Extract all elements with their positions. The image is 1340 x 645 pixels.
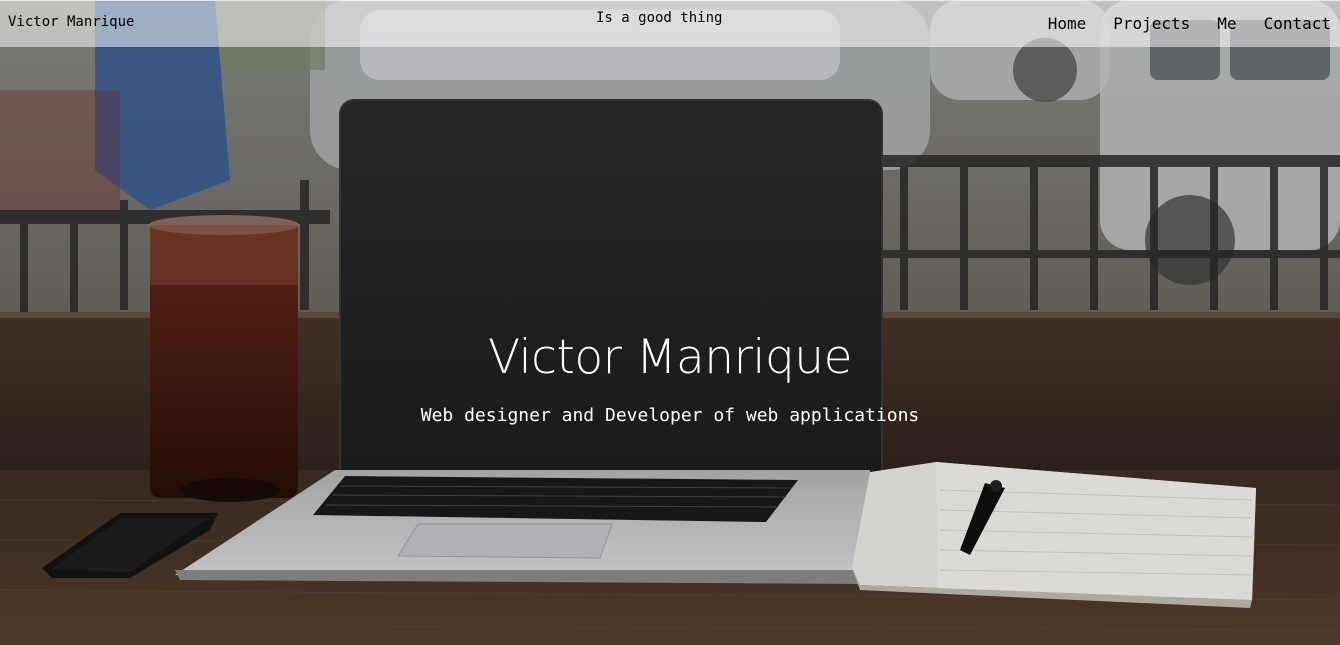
- hero-title: Victor Manrique: [487, 330, 853, 385]
- hero-subtitle: Web designer and Developer of web applic…: [420, 405, 920, 426]
- nav-link-projects[interactable]: Projects: [1113, 14, 1190, 33]
- main-nav: Home Projects Me Contact: [1048, 14, 1331, 33]
- hero-background-image: [0, 0, 1340, 645]
- nav-link-contact[interactable]: Contact: [1264, 14, 1331, 33]
- top-navigation-bar: Victor Manrique Is a good thing Home Pro…: [0, 0, 1340, 47]
- nav-link-home[interactable]: Home: [1048, 14, 1087, 33]
- nav-link-me[interactable]: Me: [1217, 14, 1236, 33]
- brand-link[interactable]: Victor Manrique: [8, 14, 134, 30]
- hero-section: Victor Manrique Is a good thing Home Pro…: [0, 0, 1340, 645]
- tagline: Is a good thing: [596, 10, 723, 26]
